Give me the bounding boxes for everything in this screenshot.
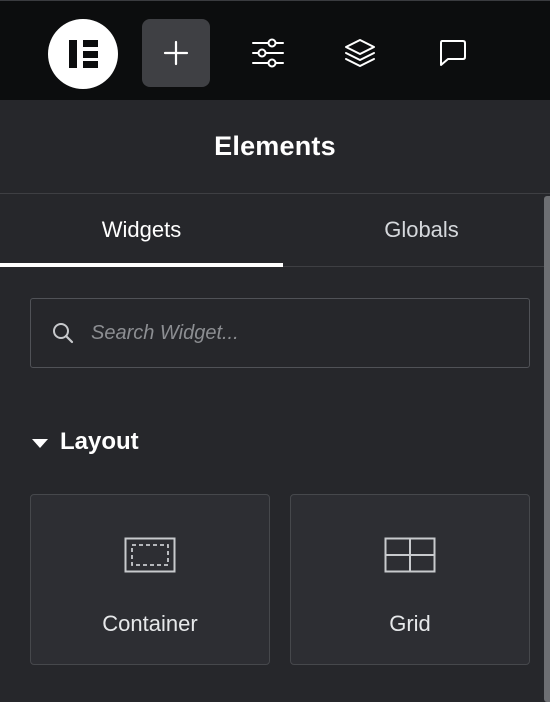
comment-icon bbox=[440, 40, 466, 66]
structure-navigator-button[interactable] bbox=[326, 19, 394, 87]
section-layout-toggle[interactable]: Layout bbox=[32, 428, 139, 456]
panel-header: Elements bbox=[0, 100, 550, 194]
plus-icon bbox=[163, 40, 189, 66]
widget-label: Container bbox=[102, 611, 198, 636]
grid-icon bbox=[384, 537, 436, 573]
layers-icon bbox=[345, 39, 375, 67]
search-input[interactable] bbox=[91, 299, 511, 367]
caret-down-icon bbox=[32, 438, 48, 448]
notes-button[interactable] bbox=[418, 19, 486, 87]
widget-label: Grid bbox=[389, 611, 431, 636]
top-toolbar bbox=[0, 0, 550, 100]
search-icon bbox=[53, 323, 74, 344]
search-box bbox=[30, 298, 530, 368]
add-element-button[interactable] bbox=[142, 19, 210, 87]
site-settings-button[interactable] bbox=[234, 19, 302, 87]
container-icon bbox=[124, 537, 176, 573]
panel-title: Elements bbox=[214, 131, 336, 161]
elementor-logo-icon[interactable] bbox=[48, 19, 118, 89]
panel-scrollbar[interactable] bbox=[544, 196, 550, 702]
tab-globals[interactable]: Globals bbox=[283, 194, 550, 266]
section-title: Layout bbox=[60, 428, 139, 455]
widget-container[interactable]: Container bbox=[30, 494, 270, 665]
active-tab-indicator bbox=[0, 263, 283, 267]
tab-widgets[interactable]: Widgets bbox=[0, 194, 283, 266]
elementor-editor-panel: Elements Widgets Globals Layout Containe… bbox=[0, 0, 550, 702]
panel-tabs: Widgets Globals bbox=[0, 194, 550, 267]
widget-grid[interactable]: Grid bbox=[290, 494, 530, 665]
sliders-icon bbox=[252, 38, 284, 68]
